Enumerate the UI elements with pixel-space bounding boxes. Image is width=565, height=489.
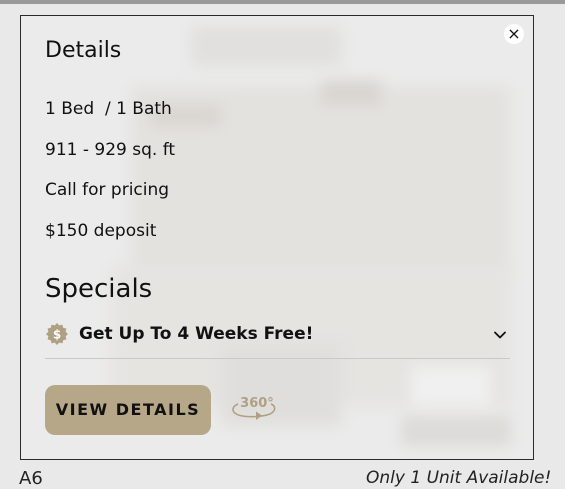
deposit-text: $150 deposit [45,221,157,241]
special-accordion-item[interactable]: $ Get Up To 4 Weeks Free! [45,318,510,359]
tour-360-label: 360° [240,396,274,411]
close-button[interactable]: × [504,24,524,44]
dollar-badge-icon: $ [46,323,68,345]
view-details-button[interactable]: VIEW DETAILS [45,385,211,435]
chevron-down-icon[interactable] [493,328,507,342]
availability-text: Only 1 Unit Available! [366,468,552,488]
beds-baths-text: 1 Bed / 1 Bath [45,99,172,119]
unit-name: A6 [19,468,43,489]
tour-360-icon[interactable]: 360° [230,394,278,424]
details-title: Details [45,38,122,63]
svg-text:$: $ [53,328,61,342]
sqft-text: 911 - 929 sq. ft [45,140,176,160]
close-icon[interactable]: × [507,24,520,43]
specials-title: Specials [45,274,153,304]
special-offer-text: Get Up To 4 Weeks Free! [79,324,314,344]
top-bar [0,0,565,4]
pricing-text: Call for pricing [45,180,170,200]
